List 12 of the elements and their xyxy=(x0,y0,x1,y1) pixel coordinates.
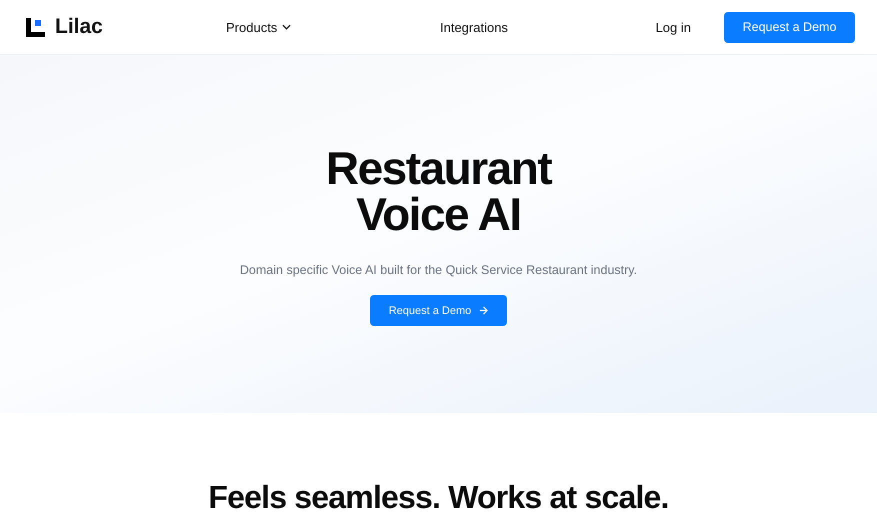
login-link[interactable]: Log in xyxy=(656,20,691,34)
request-demo-button[interactable]: Request a Demo xyxy=(724,12,855,42)
nav-link[interactable]: Integrations xyxy=(440,20,508,34)
chevron-down-icon xyxy=(282,24,292,30)
hero-title: Restaurant Voice AI xyxy=(326,145,552,237)
hero-subtitle: Domain specific Voice AI built for the Quick Service Restaurant industry. xyxy=(240,263,638,277)
arrow-right-icon xyxy=(479,306,488,315)
request-demo-button[interactable]: Request a Demo xyxy=(370,295,507,326)
nav-link[interactable]: Products xyxy=(226,20,440,34)
logo-text: Lilac xyxy=(55,15,103,39)
logo-icon xyxy=(26,18,45,36)
section-heading: Feels seamless. Works at scale. xyxy=(208,479,669,516)
